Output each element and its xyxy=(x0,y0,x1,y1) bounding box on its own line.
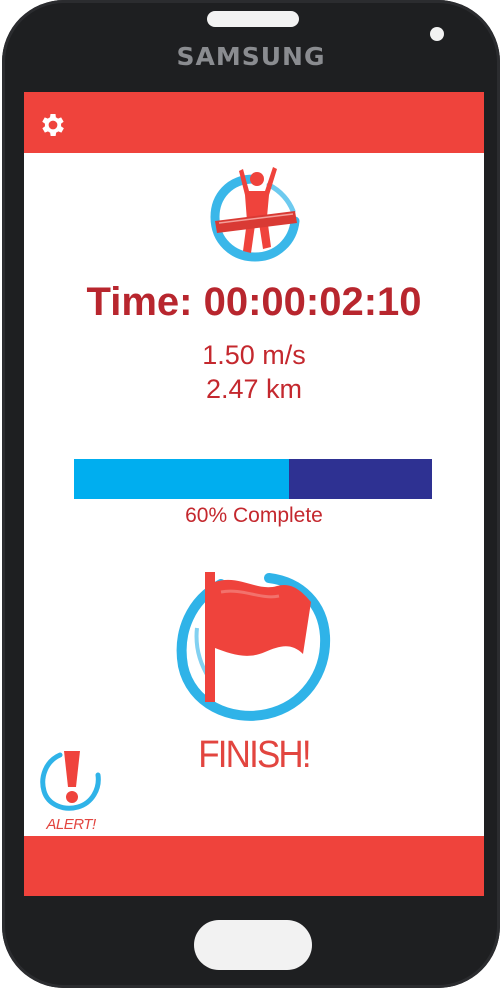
app-screen: Time: 00:00:02:10 1.50 m/s 2.47 km 60% C… xyxy=(24,92,484,896)
progress-bar xyxy=(74,459,432,499)
runner-logo-icon xyxy=(210,167,300,262)
alert-button[interactable]: ALERT! xyxy=(36,747,106,837)
alert-label: ALERT! xyxy=(46,816,96,833)
progress-label: 60% Complete xyxy=(185,504,323,527)
flag-icon xyxy=(176,572,331,721)
device-brand: SAMSUNG xyxy=(176,42,326,71)
front-camera xyxy=(430,27,444,41)
current-speed: 1.50 m/s xyxy=(202,340,306,370)
finish-button[interactable]: FINISH! xyxy=(169,562,339,782)
distance-covered: 2.47 km xyxy=(205,374,303,404)
exclamation-icon xyxy=(40,751,101,811)
home-button[interactable] xyxy=(194,920,312,970)
gear-icon[interactable] xyxy=(38,110,68,140)
finish-label: FINISH! xyxy=(198,734,311,776)
elapsed-time: Time: 00:00:02:10 xyxy=(86,280,422,324)
progress-fill xyxy=(74,459,289,499)
phone-frame: SAMSUNG Time: 00:00:02:10 1.50 m/s 2.47 … xyxy=(2,0,500,988)
bottom-app-bar xyxy=(24,836,484,896)
top-app-bar xyxy=(24,92,484,153)
earpiece-speaker xyxy=(207,11,299,27)
